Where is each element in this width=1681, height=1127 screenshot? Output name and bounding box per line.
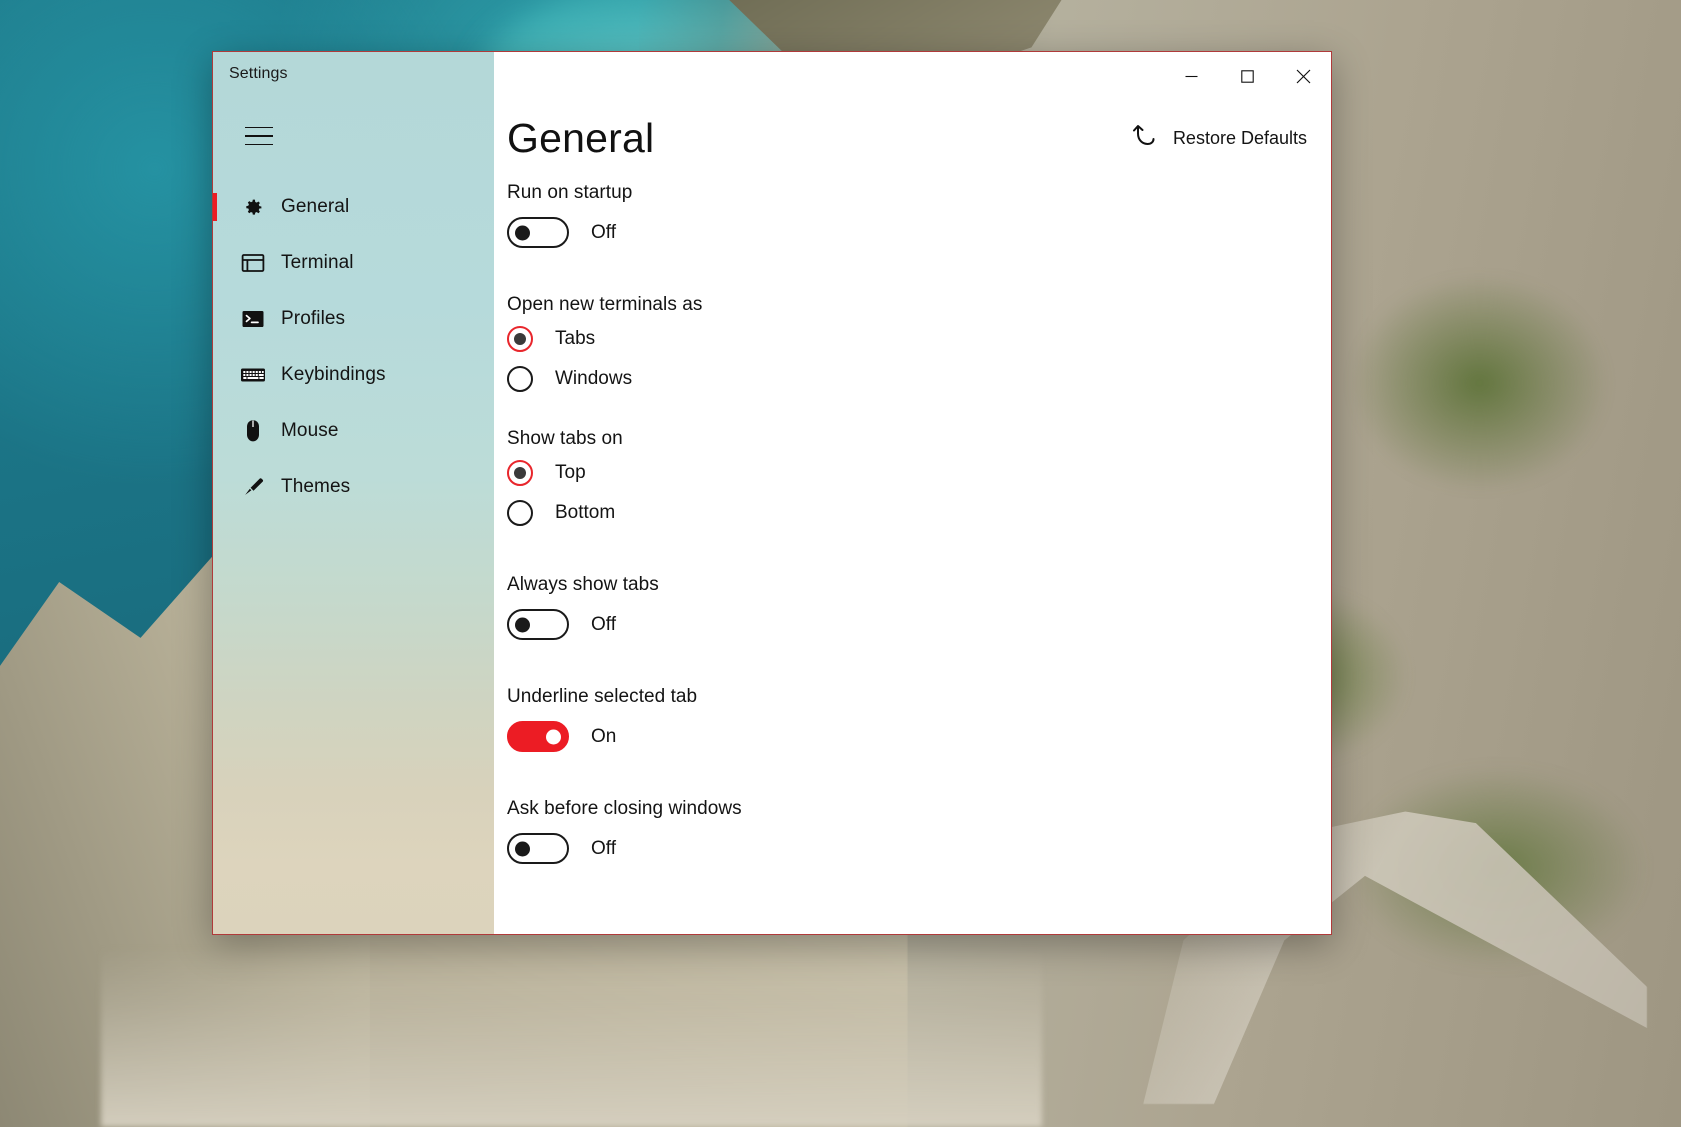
setting-run-on-startup: Run on startup Off bbox=[507, 182, 1331, 248]
sidebar-item-profiles[interactable]: Profiles bbox=[213, 291, 494, 347]
setting-label: Run on startup bbox=[507, 182, 1331, 204]
sidebar-item-mouse[interactable]: Mouse bbox=[213, 403, 494, 459]
window-controls bbox=[1163, 52, 1331, 100]
setting-always-show-tabs: Always show tabs Off bbox=[507, 574, 1331, 640]
content-pane: General Restore Defaults Run on startup … bbox=[494, 52, 1331, 934]
gear-icon bbox=[235, 197, 271, 218]
radio-button[interactable] bbox=[507, 366, 533, 392]
window-icon bbox=[235, 253, 271, 273]
sidebar-item-general[interactable]: General bbox=[213, 179, 494, 235]
ask-before-closing-toggle-row[interactable]: Off bbox=[507, 833, 616, 864]
sidebar-item-label: Profiles bbox=[281, 308, 345, 330]
page-title: General bbox=[507, 115, 654, 162]
sidebar: Settings General bbox=[213, 52, 494, 934]
toggle-state-label: On bbox=[591, 726, 616, 748]
toggle-state-label: Off bbox=[591, 222, 616, 244]
wallpaper-foliage bbox=[1345, 270, 1614, 495]
radio-label: Tabs bbox=[555, 328, 595, 350]
setting-ask-before-closing-windows: Ask before closing windows Off bbox=[507, 798, 1331, 864]
sidebar-nav: General Terminal bbox=[213, 179, 494, 515]
sidebar-item-keybindings[interactable]: Keybindings bbox=[213, 347, 494, 403]
radio-label: Bottom bbox=[555, 502, 615, 524]
app-title: Settings bbox=[229, 65, 288, 83]
setting-label: Ask before closing windows bbox=[507, 798, 1331, 820]
underline-selected-tab-toggle[interactable] bbox=[507, 721, 569, 752]
sidebar-item-label: Terminal bbox=[281, 252, 354, 274]
toggle-thumb bbox=[546, 729, 561, 744]
sidebar-item-terminal[interactable]: Terminal bbox=[213, 235, 494, 291]
radio-dot bbox=[514, 467, 526, 479]
underline-selected-tab-toggle-row[interactable]: On bbox=[507, 721, 616, 752]
radio-label: Top bbox=[555, 462, 586, 484]
toggle-thumb bbox=[515, 225, 530, 240]
setting-label: Show tabs on bbox=[507, 428, 1331, 450]
radio-bottom[interactable]: Bottom bbox=[507, 500, 615, 526]
setting-label: Open new terminals as bbox=[507, 294, 1331, 316]
ask-before-closing-toggle[interactable] bbox=[507, 833, 569, 864]
sidebar-item-label: Themes bbox=[281, 476, 350, 498]
settings-list: Run on startup Off Open new terminals as… bbox=[507, 182, 1331, 934]
keyboard-icon bbox=[235, 366, 271, 384]
setting-open-new-terminals-as: Open new terminals as Tabs Windows bbox=[507, 294, 1331, 392]
radio-button[interactable] bbox=[507, 326, 533, 352]
paintbrush-icon bbox=[235, 475, 271, 499]
run-on-startup-toggle[interactable] bbox=[507, 217, 569, 248]
radio-button[interactable] bbox=[507, 460, 533, 486]
settings-window: Settings General bbox=[212, 51, 1332, 935]
sidebar-item-label: Mouse bbox=[281, 420, 339, 442]
restore-defaults-label: Restore Defaults bbox=[1173, 128, 1307, 149]
setting-show-tabs-on: Show tabs on Top Bottom bbox=[507, 428, 1331, 526]
undo-arrow-icon bbox=[1130, 121, 1160, 156]
setting-label: Underline selected tab bbox=[507, 686, 1331, 708]
mouse-icon bbox=[235, 419, 271, 443]
setting-label: Always show tabs bbox=[507, 574, 1331, 596]
sidebar-item-label: General bbox=[281, 196, 349, 218]
console-icon bbox=[235, 309, 271, 329]
run-on-startup-toggle-row[interactable]: Off bbox=[507, 217, 616, 248]
radio-button[interactable] bbox=[507, 500, 533, 526]
toggle-state-label: Off bbox=[591, 838, 616, 860]
sidebar-item-label: Keybindings bbox=[281, 364, 386, 386]
hamburger-icon[interactable] bbox=[233, 115, 287, 157]
toggle-thumb bbox=[515, 617, 530, 632]
radio-dot bbox=[514, 333, 526, 345]
close-button[interactable] bbox=[1275, 52, 1331, 100]
always-show-tabs-toggle[interactable] bbox=[507, 609, 569, 640]
maximize-button[interactable] bbox=[1219, 52, 1275, 100]
toggle-thumb bbox=[515, 841, 530, 856]
always-show-tabs-toggle-row[interactable]: Off bbox=[507, 609, 616, 640]
radio-windows[interactable]: Windows bbox=[507, 366, 632, 392]
radio-top[interactable]: Top bbox=[507, 460, 586, 486]
restore-defaults-button[interactable]: Restore Defaults bbox=[1122, 115, 1315, 162]
selection-indicator bbox=[213, 193, 217, 221]
wallpaper-shore bbox=[101, 947, 1042, 1127]
radio-tabs[interactable]: Tabs bbox=[507, 326, 595, 352]
setting-underline-selected-tab: Underline selected tab On bbox=[507, 686, 1331, 752]
sidebar-item-themes[interactable]: Themes bbox=[213, 459, 494, 515]
minimize-button[interactable] bbox=[1163, 52, 1219, 100]
radio-label: Windows bbox=[555, 368, 632, 390]
toggle-state-label: Off bbox=[591, 614, 616, 636]
